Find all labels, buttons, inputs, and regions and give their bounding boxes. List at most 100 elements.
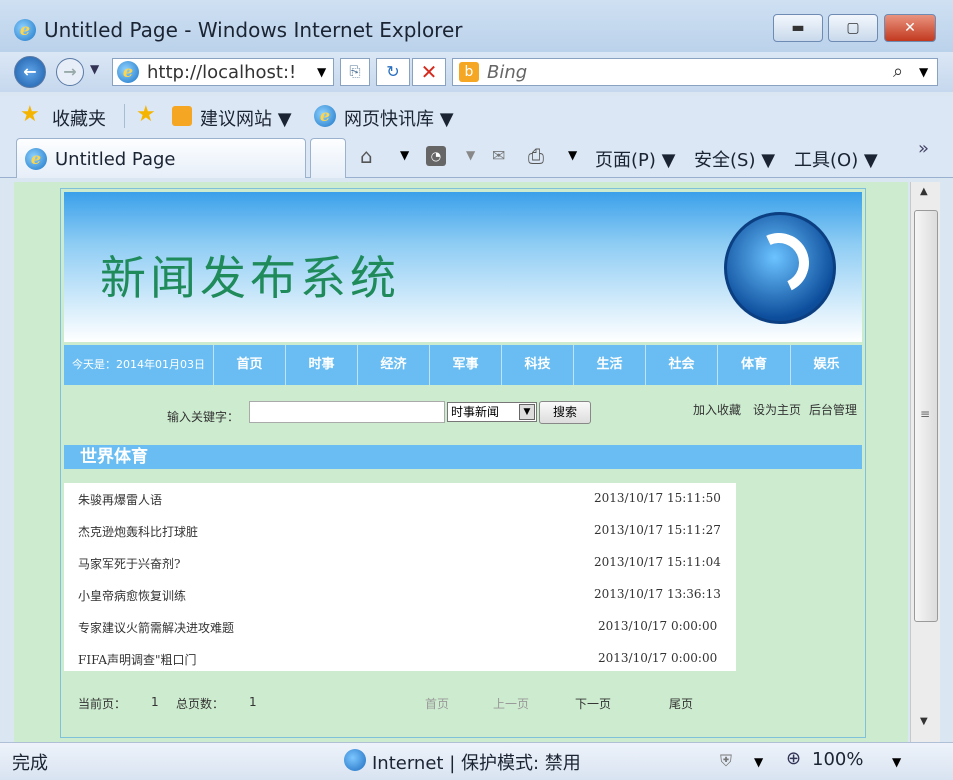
status-text: 完成 <box>12 753 48 774</box>
news-title-link[interactable]: 马家军死于兴奋剂? <box>78 555 180 572</box>
nav-society[interactable]: 社会 <box>645 345 717 385</box>
new-tab-button[interactable] <box>310 138 346 178</box>
prev-page-link[interactable]: 上一页 <box>493 695 529 712</box>
history-dropdown-icon[interactable]: ▼ <box>90 62 99 76</box>
address-dropdown-icon[interactable]: ▼ <box>317 65 326 79</box>
nav-sports[interactable]: 体育 <box>717 345 790 385</box>
zone-dropdown-icon[interactable]: ▼ <box>754 755 763 769</box>
news-title-link[interactable]: 专家建议火箭需解决进攻难题 <box>78 619 234 636</box>
list-item: 小皇帝病愈恢复训练 2013/10/17 13:36:13 <box>64 579 736 610</box>
search-icon[interactable]: ⌕ <box>893 61 903 82</box>
home-icon[interactable]: ⌂ <box>360 144 373 168</box>
site-title: 新闻发布系统 <box>100 251 400 305</box>
scroll-down-icon[interactable]: ▼ <box>920 716 928 727</box>
favorites-star-icon: ★ <box>20 102 40 127</box>
search-dropdown-icon[interactable]: ▼ <box>919 65 928 79</box>
maximize-button[interactable]: ▢ <box>828 14 878 42</box>
search-button[interactable]: 搜索 <box>539 401 591 424</box>
total-pages-label: 总页数： <box>176 697 225 711</box>
back-arrow-icon[interactable]: ← <box>14 56 46 88</box>
divider <box>124 104 125 128</box>
safety-menu[interactable]: 安全(S) ▼ <box>694 146 775 172</box>
minimize-button[interactable]: ▬ <box>773 14 823 42</box>
status-bar: 完成 Internet | 保护模式: 禁用 ⛨ ▼ ⊕ 100% ▼ <box>0 742 953 780</box>
favorites-button[interactable]: 收藏夹 <box>52 105 106 131</box>
admin-link[interactable]: 后台管理 <box>809 401 857 418</box>
news-date: 2013/10/17 15:11:27 <box>594 523 721 537</box>
list-item: FIFA声明调查"粗口门 2013/10/17 0:00:00 <box>64 643 736 674</box>
window-title: Untitled Page - Windows Internet Explore… <box>44 18 463 42</box>
nav-economy[interactable]: 经济 <box>357 345 429 385</box>
list-item: 朱骏再爆雷人语 2013/10/17 15:11:50 <box>64 483 736 514</box>
set-homepage-link[interactable]: 设为主页 <box>753 401 801 418</box>
internet-globe-icon <box>344 749 366 771</box>
nav-military[interactable]: 军事 <box>429 345 501 385</box>
home-dropdown-icon[interactable]: ▼ <box>400 148 409 162</box>
web-slice-gallery-link[interactable]: 网页快讯库 ▼ <box>344 105 454 131</box>
search-placeholder: Bing <box>487 62 528 83</box>
url-text: http://localhost:! <box>147 62 297 83</box>
zoom-icon[interactable]: ⊕ <box>786 748 801 769</box>
scroll-up-icon[interactable]: ▲ <box>920 186 928 197</box>
search-field[interactable]: b Bing ⌕ ▼ <box>452 58 938 86</box>
page-menu[interactable]: 页面(P) ▼ <box>595 146 675 172</box>
first-page-link[interactable]: 首页 <box>425 695 449 712</box>
security-zone[interactable]: Internet | 保护模式: 禁用 <box>372 749 581 775</box>
site-banner: 新闻发布系统 <box>64 192 862 342</box>
zoom-dropdown-icon[interactable]: ▼ <box>892 755 901 769</box>
address-field[interactable]: e http://localhost:! ▼ <box>112 58 334 86</box>
close-window-button[interactable]: ✕ <box>884 14 936 42</box>
zoom-level[interactable]: 100% <box>812 749 863 770</box>
add-favorite-link[interactable]: 加入收藏 <box>693 401 741 418</box>
feeds-dropdown-icon[interactable]: ▼ <box>466 148 475 162</box>
more-commands-icon[interactable]: » <box>918 138 929 159</box>
ie-logo-icon: e <box>14 19 36 41</box>
page-ie-icon: e <box>117 61 139 83</box>
add-favorites-icon[interactable]: ★ <box>136 102 156 127</box>
protected-mode-icon[interactable]: ⛨ <box>720 751 732 771</box>
print-dropdown-icon[interactable]: ▼ <box>568 148 577 162</box>
news-date: 2013/10/17 15:11:50 <box>594 491 721 505</box>
current-page-label: 当前页： <box>78 697 127 711</box>
web-viewport: 新闻发布系统 今天是：2014年01月03日 首页 时事 经济 军事 科技 生活… <box>14 182 908 742</box>
scrollbar-thumb[interactable]: ≡ <box>914 210 938 622</box>
category-select[interactable]: 时事新闻 ▼ <box>447 402 537 422</box>
nav-home[interactable]: 首页 <box>213 345 285 385</box>
last-page-link[interactable]: 尾页 <box>669 695 693 712</box>
stop-icon[interactable]: ✕ <box>412 58 446 86</box>
tab-untitled-page[interactable]: e Untitled Page <box>16 138 306 178</box>
news-title-link[interactable]: 朱骏再爆雷人语 <box>78 491 162 508</box>
mail-icon[interactable]: ✉ <box>492 146 505 165</box>
webslice-ie-icon: e <box>314 105 336 127</box>
nav-current-affairs[interactable]: 时事 <box>285 345 357 385</box>
feeds-icon[interactable]: ◔ <box>426 146 446 166</box>
keyword-label: 输入关键字： <box>167 410 240 424</box>
news-title-link[interactable]: FIFA声明调查"粗口门 <box>78 651 197 668</box>
nav-technology[interactable]: 科技 <box>501 345 573 385</box>
keyword-input[interactable] <box>249 401 445 423</box>
site-container: 新闻发布系统 今天是：2014年01月03日 首页 时事 经济 军事 科技 生活… <box>60 188 866 738</box>
print-icon[interactable]: ⎙ <box>528 144 544 168</box>
refresh-icon[interactable]: ↻ <box>376 58 410 86</box>
globe-logo-icon <box>724 212 836 324</box>
window-titlebar: e Untitled Page - Windows Internet Explo… <box>0 0 953 60</box>
list-item: 专家建议火箭需解决进攻难题 2013/10/17 0:00:00 <box>64 611 736 642</box>
compatibility-icon[interactable]: ⎘ <box>340 58 370 86</box>
suggested-sites-link[interactable]: 建议网站 ▼ <box>200 105 292 131</box>
news-date: 2013/10/17 0:00:00 <box>598 619 718 633</box>
favorites-bar: ★ 收藏夹 ★ 建议网站 ▼ e 网页快讯库 ▼ <box>0 96 953 136</box>
address-toolbar: ← → ▼ e http://localhost:! ▼ ⎘ ↻ ✕ b Bin… <box>0 52 953 92</box>
forward-arrow-icon[interactable]: → <box>56 58 84 86</box>
news-title-link[interactable]: 小皇帝病愈恢复训练 <box>78 587 186 604</box>
category-select-value: 时事新闻 <box>451 405 500 419</box>
news-title-link[interactable]: 杰克逊炮轰科比打球脏 <box>78 523 198 540</box>
tools-menu[interactable]: 工具(O) ▼ <box>794 146 878 172</box>
vertical-scrollbar[interactable]: ▲ ≡ ▼ <box>910 182 940 742</box>
nav-entertainment[interactable]: 娱乐 <box>790 345 862 385</box>
next-page-link[interactable]: 下一页 <box>575 695 611 712</box>
main-nav: 今天是：2014年01月03日 首页 时事 经济 军事 科技 生活 社会 体育 … <box>64 345 862 385</box>
tab-title: Untitled Page <box>55 149 176 170</box>
section-title: 世界体育 <box>64 445 862 469</box>
nav-life[interactable]: 生活 <box>573 345 645 385</box>
list-item: 杰克逊炮轰科比打球脏 2013/10/17 15:11:27 <box>64 515 736 546</box>
